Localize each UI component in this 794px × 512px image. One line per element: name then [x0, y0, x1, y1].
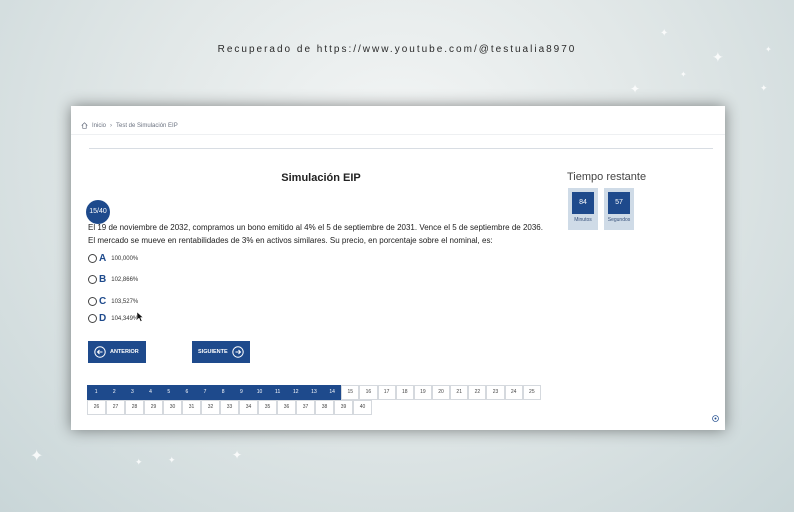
- pager-item[interactable]: 12: [286, 385, 305, 400]
- sparkle-icon: ✦: [232, 448, 243, 462]
- pager-item[interactable]: 15: [341, 385, 360, 400]
- pager-item[interactable]: 1: [87, 385, 106, 400]
- timer-seconds: 57 Segundos: [604, 188, 634, 230]
- pager-item[interactable]: 14: [323, 385, 342, 400]
- pager-item[interactable]: 36: [277, 400, 296, 415]
- arrow-left-icon: [94, 346, 106, 358]
- pager-item[interactable]: 9: [232, 385, 251, 400]
- sparkle-icon: ✦: [168, 456, 176, 466]
- pager-item[interactable]: 17: [377, 385, 396, 400]
- option-letter: C: [99, 296, 107, 307]
- pager-item[interactable]: 22: [468, 385, 487, 400]
- content-divider: [89, 148, 713, 149]
- radio-button[interactable]: [88, 254, 97, 263]
- answer-option-d[interactable]: D 104,349%: [88, 313, 138, 324]
- pager-item[interactable]: 38: [315, 400, 334, 415]
- option-letter: D: [99, 313, 107, 324]
- radio-button[interactable]: [88, 275, 97, 284]
- browser-window: Inicio › Test de Simulación EIP Simulaci…: [71, 106, 725, 430]
- pager-item[interactable]: 29: [144, 400, 163, 415]
- sparkle-icon: ✦: [680, 70, 687, 79]
- pager-item[interactable]: 30: [163, 400, 182, 415]
- pager-row-2: 26 27 28 29 30 31 32 33 34 35 36 37 38 39 40: [87, 400, 541, 415]
- option-text: 102,866%: [111, 276, 139, 283]
- pager-item[interactable]: 21: [450, 385, 469, 400]
- arrow-right-icon: [231, 346, 244, 358]
- pager-item[interactable]: 10: [250, 385, 269, 400]
- timer-seconds-label: Segundos: [607, 217, 631, 223]
- sparkle-icon: ✦: [760, 84, 768, 94]
- option-text: 104,349%: [111, 315, 139, 322]
- pager-item[interactable]: 39: [334, 400, 353, 415]
- pager-item[interactable]: 26: [87, 400, 106, 415]
- pager-item[interactable]: 28: [125, 400, 144, 415]
- option-letter: A: [99, 253, 107, 264]
- pager-item[interactable]: 16: [359, 385, 378, 400]
- pager-item[interactable]: 5: [159, 385, 178, 400]
- timer-minutes: 84 Minutos: [568, 188, 598, 230]
- pager-item[interactable]: 35: [258, 400, 277, 415]
- pager-item[interactable]: 18: [395, 385, 414, 400]
- question-text: El 19 de noviembre de 2032, compramos un…: [88, 223, 543, 245]
- pager-item[interactable]: 31: [182, 400, 201, 415]
- pager-item[interactable]: 27: [106, 400, 125, 415]
- breadcrumb-current[interactable]: Test de Simulación EIP: [116, 123, 178, 129]
- source-caption: Recuperado de https://www.youtube.com/@t…: [217, 44, 577, 55]
- pager-item[interactable]: 19: [413, 385, 432, 400]
- breadcrumb-home-link[interactable]: Inicio: [92, 123, 106, 129]
- pager-item[interactable]: 25: [522, 385, 541, 400]
- breadcrumb: Inicio › Test de Simulación EIP: [81, 122, 178, 129]
- answer-option-a[interactable]: A 100,000%: [88, 253, 138, 264]
- mouse-pointer-icon: [137, 312, 144, 322]
- answer-option-b[interactable]: B 102,866%: [88, 274, 138, 285]
- sparkle-icon: ✦: [30, 446, 44, 465]
- pager-item[interactable]: 37: [296, 400, 315, 415]
- timer-seconds-value: 57: [608, 192, 630, 214]
- pager-item[interactable]: 20: [431, 385, 451, 400]
- pager-item[interactable]: 6: [177, 385, 196, 400]
- pager-item[interactable]: 3: [123, 385, 142, 400]
- pager-item[interactable]: 32: [201, 400, 220, 415]
- pager-item[interactable]: 4: [141, 385, 160, 400]
- radio-button[interactable]: [88, 297, 97, 306]
- previous-button-label: ANTERIOR: [110, 349, 139, 355]
- pager-item[interactable]: 13: [304, 385, 324, 400]
- sparkle-icon: ✦: [630, 82, 641, 96]
- timer-heading: Tiempo restante: [567, 171, 647, 183]
- sparkle-icon: ✦: [135, 458, 143, 468]
- question-pager: 1 2 3 4 5 6 7 8 9 10 11 12 13 14 15 16 17 18 19 20 21 22 23 24 2…: [87, 385, 541, 415]
- breadcrumb-separator: ›: [110, 122, 113, 129]
- pager-row-1: 1 2 3 4 5 6 7 8 9 10 11 12 13 14 15 16 17 18 19 20 21 22 23 24 2…: [87, 385, 541, 400]
- radio-button[interactable]: [88, 314, 97, 323]
- option-letter: B: [99, 274, 107, 285]
- option-text: 100,000%: [111, 255, 139, 262]
- header-divider: [71, 134, 725, 135]
- sparkle-icon: ✦: [660, 28, 669, 39]
- previous-button[interactable]: ANTERIOR: [88, 341, 146, 363]
- pager-item[interactable]: 2: [105, 385, 124, 400]
- pager-item[interactable]: 34: [239, 400, 258, 415]
- pager-item[interactable]: 24: [504, 385, 523, 400]
- option-text: 103,527%: [111, 298, 139, 305]
- pager-item[interactable]: 7: [195, 385, 215, 400]
- home-icon[interactable]: [81, 122, 88, 129]
- page-title: Simulación EIP: [281, 172, 361, 184]
- pager-item[interactable]: 8: [214, 385, 233, 400]
- pager-item[interactable]: 23: [486, 385, 505, 400]
- timer-minutes-value: 84: [572, 192, 594, 214]
- next-button[interactable]: SIGUIENTE: [192, 341, 250, 363]
- scroll-to-top-icon[interactable]: [712, 415, 719, 422]
- pager-item[interactable]: 40: [353, 400, 372, 415]
- pager-item[interactable]: 33: [220, 400, 239, 415]
- pager-item[interactable]: 11: [268, 385, 287, 400]
- next-button-label: SIGUIENTE: [198, 349, 228, 355]
- answer-option-c[interactable]: C 103,527%: [88, 296, 138, 307]
- timer-minutes-label: Minutos: [574, 217, 592, 223]
